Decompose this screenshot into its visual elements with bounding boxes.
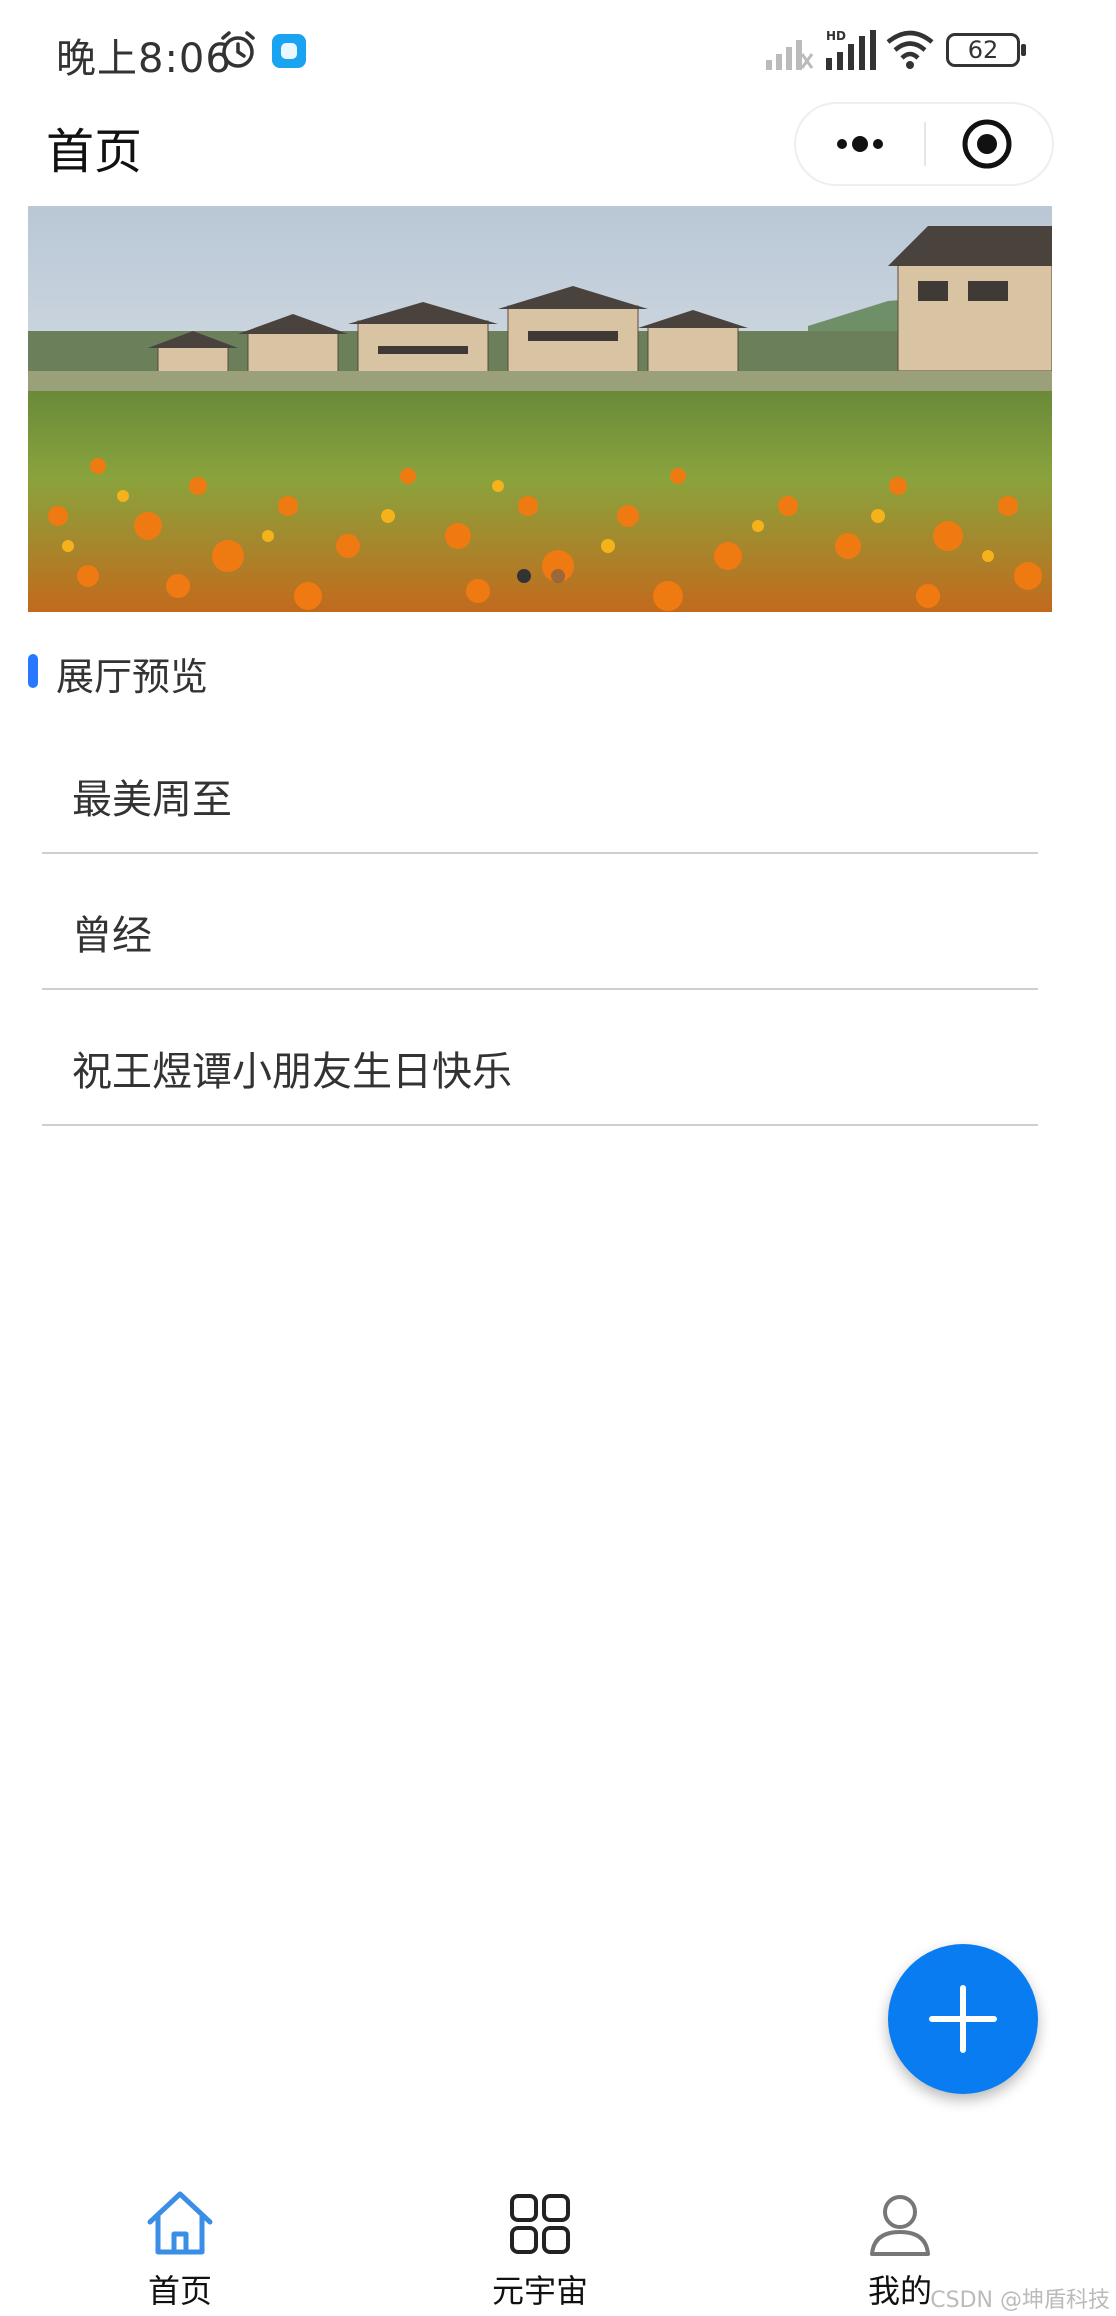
list-item-label: 曾经 — [72, 913, 152, 959]
swiper-dot[interactable] — [551, 569, 565, 583]
hd-signal-icon: HD — [826, 29, 876, 70]
app-page: 晚上8:06 HD 62 首页 展厅预览 最美周至 曾经 祝王煜谭小朋友生日快乐… — [0, 0, 1116, 2316]
plus-icon — [929, 1985, 997, 2053]
banner-swiper[interactable] — [28, 206, 1052, 612]
home-icon — [147, 2191, 213, 2255]
svg-text:HD: HD — [826, 29, 846, 43]
banner-image — [28, 206, 1052, 612]
target-close-icon[interactable] — [926, 104, 1052, 184]
section-accent-bar — [28, 654, 38, 688]
battery-icon: 62 — [946, 33, 1026, 67]
watermark: CSDN @坤盾科技 — [930, 2288, 1110, 2313]
more-dots-icon[interactable] — [796, 104, 924, 184]
status-time: 晚上8:06 — [56, 36, 232, 82]
list-item-label: 祝王煜谭小朋友生日快乐 — [72, 1049, 512, 1095]
alarm-icon — [221, 31, 255, 68]
list-item[interactable]: 曾经 — [42, 854, 1038, 990]
tab-metaverse[interactable]: 元宇宙 — [440, 2170, 640, 2316]
list-item[interactable]: 祝王煜谭小朋友生日快乐 — [42, 990, 1038, 1126]
tab-label: 首页 — [147, 2272, 212, 2310]
page-title: 首页 — [46, 124, 143, 180]
swiper-dot-active[interactable] — [517, 569, 531, 583]
add-fab-button[interactable] — [888, 1944, 1038, 2094]
hall-list: 最美周至 曾经 祝王煜谭小朋友生日快乐 — [42, 718, 1038, 1126]
list-item-label: 最美周至 — [72, 777, 232, 823]
app-badge-icon — [272, 34, 306, 68]
section-title: 展厅预览 — [56, 655, 209, 699]
user-icon — [870, 2195, 930, 2256]
mini-program-capsule — [794, 102, 1054, 186]
list-item[interactable]: 最美周至 — [42, 718, 1038, 854]
grid-icon — [510, 2194, 570, 2254]
tab-home[interactable]: 首页 — [80, 2170, 280, 2316]
tab-label: 元宇宙 — [491, 2272, 588, 2310]
status-bar: 晚上8:06 HD 62 — [0, 0, 1116, 100]
wifi-icon — [886, 30, 934, 69]
signal-icon — [766, 40, 814, 70]
